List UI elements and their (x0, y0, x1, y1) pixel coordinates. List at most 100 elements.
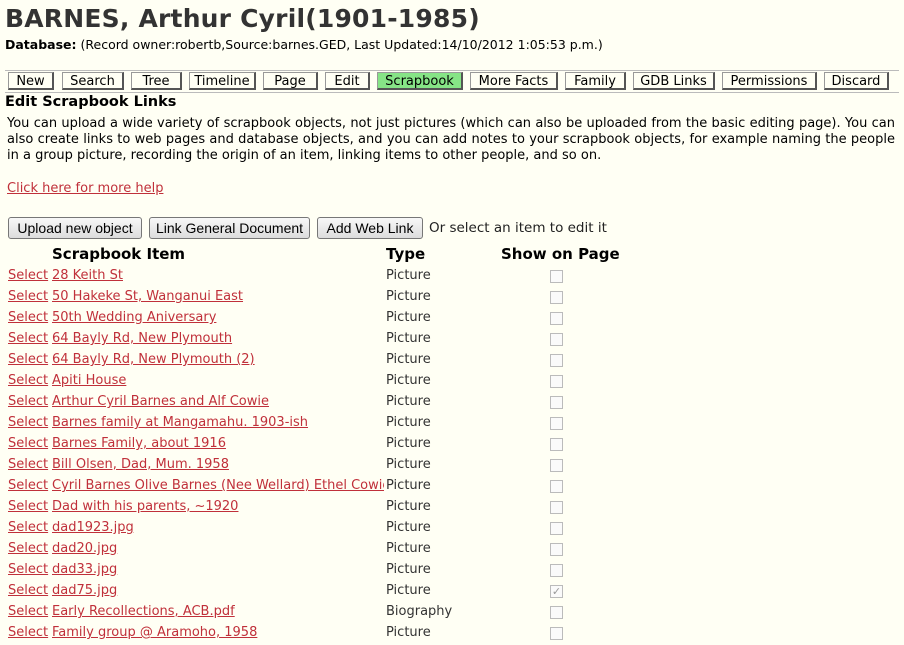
tab-page[interactable]: Page (263, 72, 318, 90)
item-type: Picture (386, 436, 431, 451)
select-link[interactable]: Select (8, 331, 48, 346)
select-link[interactable]: Select (8, 583, 48, 598)
show-on-page-checkbox[interactable] (550, 312, 563, 325)
scrapbook-item-link[interactable]: Arthur Cyril Barnes and Alf Cowie (52, 394, 384, 409)
item-type: Picture (386, 289, 431, 304)
table-row: Select Bill Olsen, Dad, Mum. 1958 Picture (0, 456, 904, 477)
tab-more-facts[interactable]: More Facts (470, 72, 558, 90)
upload-object-button[interactable]: Upload new object (8, 217, 142, 239)
select-link[interactable]: Select (8, 541, 48, 556)
scrapbook-item-link[interactable]: Barnes Family, about 1916 (52, 436, 384, 451)
tab-family[interactable]: Family (565, 72, 626, 90)
scrapbook-item-link[interactable]: Dad with his parents, ~1920 (52, 499, 384, 514)
tab-gdb-links[interactable]: GDB Links (633, 72, 715, 90)
tab-scrapbook[interactable]: Scrapbook (377, 72, 463, 90)
scrapbook-item-link[interactable]: Early Recollections, ACB.pdf (52, 604, 384, 619)
database-info: Database: (Record owner:robertb,Source:b… (5, 37, 603, 52)
show-on-page-checkbox[interactable] (550, 291, 563, 304)
select-link[interactable]: Select (8, 499, 48, 514)
select-link[interactable]: Select (8, 352, 48, 367)
tab-tree[interactable]: Tree (131, 72, 182, 90)
scrapbook-item-link[interactable]: 28 Keith St (52, 268, 384, 283)
tab-new[interactable]: New (8, 72, 54, 90)
scrapbook-item-link[interactable]: Barnes family at Mangamahu. 1903-ish (52, 415, 384, 430)
table-row: Select Early Recollections, ACB.pdf Biogra… (0, 603, 904, 624)
select-link[interactable]: Select (8, 604, 48, 619)
table-row: Select dad33.jpg Picture (0, 561, 904, 582)
select-link[interactable]: Select (8, 373, 48, 388)
select-link[interactable]: Select (8, 289, 48, 304)
select-link[interactable]: Select (8, 436, 48, 451)
table-row: Select 64 Bayly Rd, New Plymouth (2) Pictu… (0, 351, 904, 372)
page-title: BARNES, Arthur Cyril(1901-1985) (5, 4, 480, 33)
item-type: Picture (386, 310, 431, 325)
scrapbook-item-link[interactable]: 64 Bayly Rd, New Plymouth (2) (52, 352, 384, 367)
select-link[interactable]: Select (8, 562, 48, 577)
link-general-document-button[interactable]: Link General Document (149, 217, 310, 239)
section-description: You can upload a wide variety of scrapbo… (7, 116, 895, 164)
column-header-item: Scrapbook Item (52, 245, 186, 263)
tab-edit[interactable]: Edit (325, 72, 370, 90)
item-type: Picture (386, 562, 431, 577)
show-on-page-checkbox[interactable] (550, 543, 563, 556)
scrapbook-item-link[interactable]: dad1923.jpg (52, 520, 384, 535)
tab-discard[interactable]: Discard (824, 72, 889, 90)
tab-timeline[interactable]: Timeline (189, 72, 256, 90)
select-link[interactable]: Select (8, 268, 48, 283)
item-type: Picture (386, 373, 431, 388)
show-on-page-checkbox[interactable] (550, 354, 563, 367)
item-type: Picture (386, 520, 431, 535)
scrapbook-item-link[interactable]: dad33.jpg (52, 562, 384, 577)
show-on-page-checkbox[interactable] (550, 270, 563, 283)
show-on-page-checkbox[interactable] (550, 606, 563, 619)
show-on-page-checkbox[interactable] (550, 438, 563, 451)
item-type: Picture (386, 352, 431, 367)
show-on-page-checkbox[interactable] (550, 333, 563, 346)
show-on-page-checkbox[interactable] (550, 501, 563, 514)
table-row: Select 50 Hakeke St, Wanganui East Picture (0, 288, 904, 309)
database-details: (Record owner:robertb,Source:barnes.GED,… (80, 37, 603, 52)
tab-permissions[interactable]: Permissions (722, 72, 817, 90)
show-on-page-checkbox[interactable] (550, 627, 563, 640)
table-row: Select Apiti House Picture (0, 372, 904, 393)
tab-search[interactable]: Search (62, 72, 124, 90)
item-type: Picture (386, 457, 431, 472)
scrapbook-item-link[interactable]: dad20.jpg (52, 541, 384, 556)
scrapbook-item-link[interactable]: Bill Olsen, Dad, Mum. 1958 (52, 457, 384, 472)
scrapbook-item-link[interactable]: 50 Hakeke St, Wanganui East (52, 289, 384, 304)
scrapbook-item-link[interactable]: Cyril Barnes Olive Barnes (Nee Wellard) … (52, 478, 384, 493)
scrapbook-item-link[interactable]: Apiti House (52, 373, 384, 388)
select-link[interactable]: Select (8, 625, 48, 640)
table-row: Select Barnes Family, about 1916 Picture (0, 435, 904, 456)
table-row: Select dad1923.jpg Picture (0, 519, 904, 540)
scrapbook-item-link[interactable]: 50th Wedding Aniversary (52, 310, 384, 325)
help-link[interactable]: Click here for more help (7, 181, 163, 196)
select-link[interactable]: Select (8, 394, 48, 409)
show-on-page-checkbox[interactable] (550, 564, 563, 577)
item-type: Picture (386, 415, 431, 430)
select-link[interactable]: Select (8, 478, 48, 493)
item-type: Picture (386, 541, 431, 556)
show-on-page-checkbox[interactable] (550, 396, 563, 409)
select-link[interactable]: Select (8, 310, 48, 325)
show-on-page-checkbox[interactable] (550, 522, 563, 535)
show-on-page-checkbox[interactable] (550, 459, 563, 472)
show-on-page-checkbox[interactable]: ✓ (550, 585, 563, 598)
show-on-page-checkbox[interactable] (550, 375, 563, 388)
item-type: Picture (386, 394, 431, 409)
scrapbook-item-link[interactable]: dad75.jpg (52, 583, 384, 598)
select-link[interactable]: Select (8, 415, 48, 430)
item-type: Picture (386, 331, 431, 346)
show-on-page-checkbox[interactable] (550, 480, 563, 493)
item-type: Picture (386, 478, 431, 493)
scrapbook-item-link[interactable]: 64 Bayly Rd, New Plymouth (52, 331, 384, 346)
table-row: Select Dad with his parents, ~1920 Picture (0, 498, 904, 519)
column-header-show: Show on Page (501, 245, 620, 263)
select-link[interactable]: Select (8, 457, 48, 472)
database-label: Database: (5, 37, 77, 52)
select-link[interactable]: Select (8, 520, 48, 535)
table-row: Select 50th Wedding Aniversary Picture (0, 309, 904, 330)
add-web-link-button[interactable]: Add Web Link (317, 217, 423, 239)
show-on-page-checkbox[interactable] (550, 417, 563, 430)
scrapbook-item-link[interactable]: Family group @ Aramoho, 1958 (52, 625, 384, 640)
